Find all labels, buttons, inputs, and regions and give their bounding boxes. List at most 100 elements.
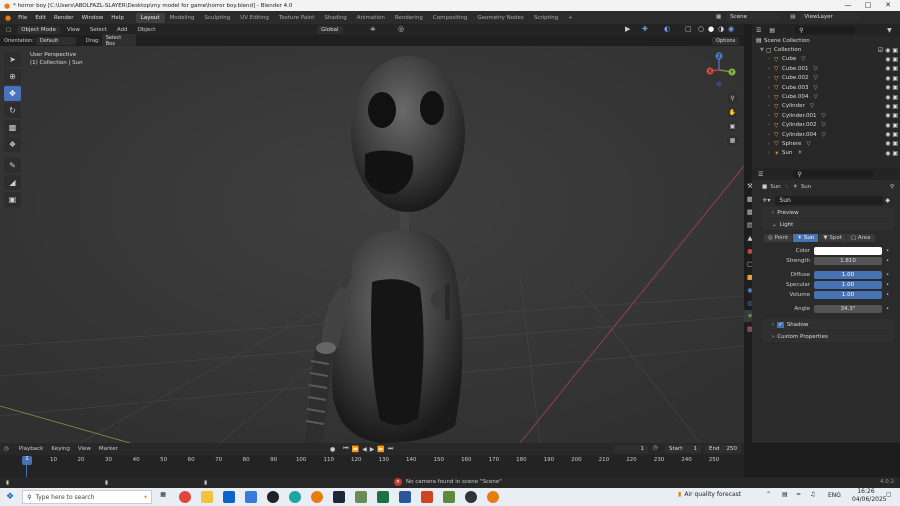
rotate-tool-icon[interactable]: ↻ (4, 103, 21, 118)
visibility-toggle-icons[interactable]: ◉ ▣ (885, 65, 898, 72)
tray-chevron-icon[interactable]: ⌃ (766, 491, 771, 498)
transform-orientation-selector[interactable]: Global (317, 26, 343, 34)
clock[interactable]: 16:26 04/06/2025 (852, 488, 887, 504)
display-mode-icon[interactable]: ▤ (769, 27, 775, 34)
visibility-toggle-icons[interactable]: ◉ ▣ (885, 103, 898, 110)
task-view-icon[interactable]: ▦ (157, 491, 169, 503)
blender-menu-icon[interactable]: ● (5, 14, 11, 22)
visibility-toggle-icons[interactable]: ◉ ▣ (885, 150, 898, 157)
visibility-toggle-icons[interactable]: ◉ ▣ (885, 112, 898, 119)
fake-user-icon[interactable]: ◆ (885, 197, 890, 204)
current-frame-field[interactable]: 1 (614, 445, 648, 453)
orientation-selector[interactable]: Default (35, 36, 76, 45)
outliner-item-cube-001[interactable]: › ▽ Cube.001 ▽ ◉ ▣ (752, 64, 900, 73)
menu-render[interactable]: Render (50, 15, 78, 21)
select-tool-icon[interactable]: ➤ (4, 52, 21, 67)
tab-modeling[interactable]: Modeling (165, 13, 200, 23)
scale-tool-icon[interactable]: ▩ (4, 120, 21, 135)
menu-select[interactable]: Select (85, 27, 112, 33)
light-type-sun[interactable]: ☀ Sun (793, 234, 819, 242)
tab-compositing[interactable]: Compositing (428, 13, 472, 23)
options-button[interactable]: Options (712, 37, 740, 45)
shadow-section[interactable]: › ✓ Shadow (762, 319, 894, 330)
powerpoint-icon[interactable] (421, 491, 434, 503)
tab-geometry-nodes[interactable]: Geometry Nodes (472, 13, 528, 23)
filter-icon[interactable]: ▼ (887, 27, 892, 34)
light-type-area[interactable]: ▢ Area (846, 234, 875, 242)
camera-view-icon[interactable]: ▣ (727, 121, 738, 132)
material-shading-icon[interactable]: ◑ (718, 25, 724, 33)
outliner-item-cylinder-001[interactable]: › ▽ Cylinder.001 ▽ ◉ ▣ (752, 111, 900, 120)
outliner-item-cylinder[interactable]: › ▽ Cylinder ▽ ◉ ▣ (752, 102, 900, 111)
steam-icon[interactable] (333, 491, 346, 503)
light-section[interactable]: ⌄ Light (762, 219, 894, 230)
app-dark-icon[interactable] (267, 491, 280, 503)
wifi-icon[interactable]: ≈ (796, 491, 801, 498)
outliner-editor-icon[interactable]: ☰ (756, 27, 761, 34)
specular-keyframe-icon[interactable]: • (886, 282, 889, 288)
outliner-item-cube-002[interactable]: › ▽ Cube.002 ▽ ◉ ▣ (752, 74, 900, 83)
outliner-item-cylinder-002[interactable]: › ▽ Cylinder.002 ▽ ◉ ▣ (752, 121, 900, 130)
move-tool-icon[interactable]: ✥ (4, 86, 21, 101)
pin-icon[interactable]: ⚲ (890, 184, 894, 190)
blender-active-icon[interactable] (487, 491, 500, 503)
jump-start-icon[interactable]: ⏮ (343, 445, 348, 453)
tab-uv-editing[interactable]: UV Editing (235, 13, 274, 23)
light-type-spot[interactable]: ▼ Spot (819, 234, 846, 242)
diffuse-field[interactable]: 1.00 (814, 271, 882, 279)
add-workspace-button[interactable]: + (563, 13, 578, 23)
measure-tool-icon[interactable]: ◢ (4, 175, 21, 190)
maximize-button[interactable]: □ (860, 0, 876, 11)
proportional-edit-icon[interactable]: ◎ (398, 25, 404, 33)
angle-field[interactable]: 34.3° (814, 305, 882, 313)
pan-hand-icon[interactable]: ✋ (727, 107, 738, 118)
cursor-tool-icon[interactable]: ⊕ (4, 69, 21, 84)
outliner-item-sun[interactable]: › ☀ Sun ☀ ◉ ▣ (752, 149, 900, 158)
menu-file[interactable]: File (14, 15, 31, 21)
excel-icon[interactable] (377, 491, 390, 503)
volume-field[interactable]: 1.00 (814, 291, 882, 299)
language-indicator[interactable]: ENG (828, 492, 841, 499)
end-frame-field[interactable]: End 250 (705, 445, 741, 453)
timeline-editor[interactable]: ◷ Playback Keying View Marker ● ⏮ ⏪ ◀ ▶ … (0, 443, 744, 477)
network-icon[interactable]: ▤ (782, 491, 788, 498)
chrome-icon[interactable] (179, 491, 192, 503)
properties-editor-icon[interactable]: ☰ (758, 171, 763, 178)
color-swatch[interactable] (814, 247, 882, 255)
mail-icon[interactable] (223, 491, 236, 503)
ortho-grid-icon[interactable]: ▦ (727, 135, 738, 146)
tab-scripting[interactable]: Scripting (529, 13, 563, 23)
scene-collection-row[interactable]: ▤ Scene Collection (752, 36, 900, 45)
view-layer-selector[interactable]: ViewLayer (800, 13, 861, 21)
menu-window[interactable]: Window (78, 15, 108, 21)
transform-tool-icon[interactable]: ❖ (4, 137, 21, 152)
specular-field[interactable]: 1.00 (814, 281, 882, 289)
properties-search[interactable]: ⚲ (793, 170, 874, 178)
selectability-icon[interactable]: ▶ (625, 25, 630, 33)
visibility-toggle-icons[interactable]: ◉ ▣ (885, 84, 898, 91)
preview-range-icon[interactable]: ◷ (653, 445, 658, 451)
jump-end-icon[interactable]: ⏭ (388, 445, 393, 453)
visibility-toggle-icons[interactable]: ◉ ▣ (885, 75, 898, 82)
tab-shading[interactable]: Shading (319, 13, 351, 23)
wireframe-shading-icon[interactable]: ○ (698, 25, 704, 33)
annotate-tool-icon[interactable]: ✎ (4, 158, 21, 173)
gizmo-toggle-icon[interactable]: ✚ (642, 25, 648, 33)
minimize-button[interactable]: — (840, 0, 856, 11)
diffuse-keyframe-icon[interactable]: • (886, 272, 889, 278)
menu-timeline-view[interactable]: View (74, 446, 95, 452)
shadow-checkbox[interactable]: ✓ (777, 321, 784, 328)
menu-view[interactable]: View (62, 27, 85, 33)
solid-shading-icon[interactable]: ● (708, 25, 714, 33)
volume-icon[interactable]: ♫ (810, 491, 815, 498)
tab-sculpting[interactable]: Sculpting (200, 13, 236, 23)
mode-selector[interactable]: Object Mode (17, 25, 60, 34)
word-icon[interactable] (399, 491, 412, 503)
close-button[interactable]: ✕ (880, 0, 896, 11)
outliner-item-cube[interactable]: › ▽ Cube ▽ ◉ ▣ (752, 55, 900, 64)
menu-add[interactable]: Add (112, 27, 133, 33)
custom-properties-section[interactable]: › Custom Properties (762, 331, 894, 342)
windows-start-icon[interactable]: ❖ (6, 492, 14, 502)
visibility-toggle-icons[interactable]: ◉ ▣ (885, 122, 898, 129)
menu-keying[interactable]: Keying (47, 446, 73, 452)
